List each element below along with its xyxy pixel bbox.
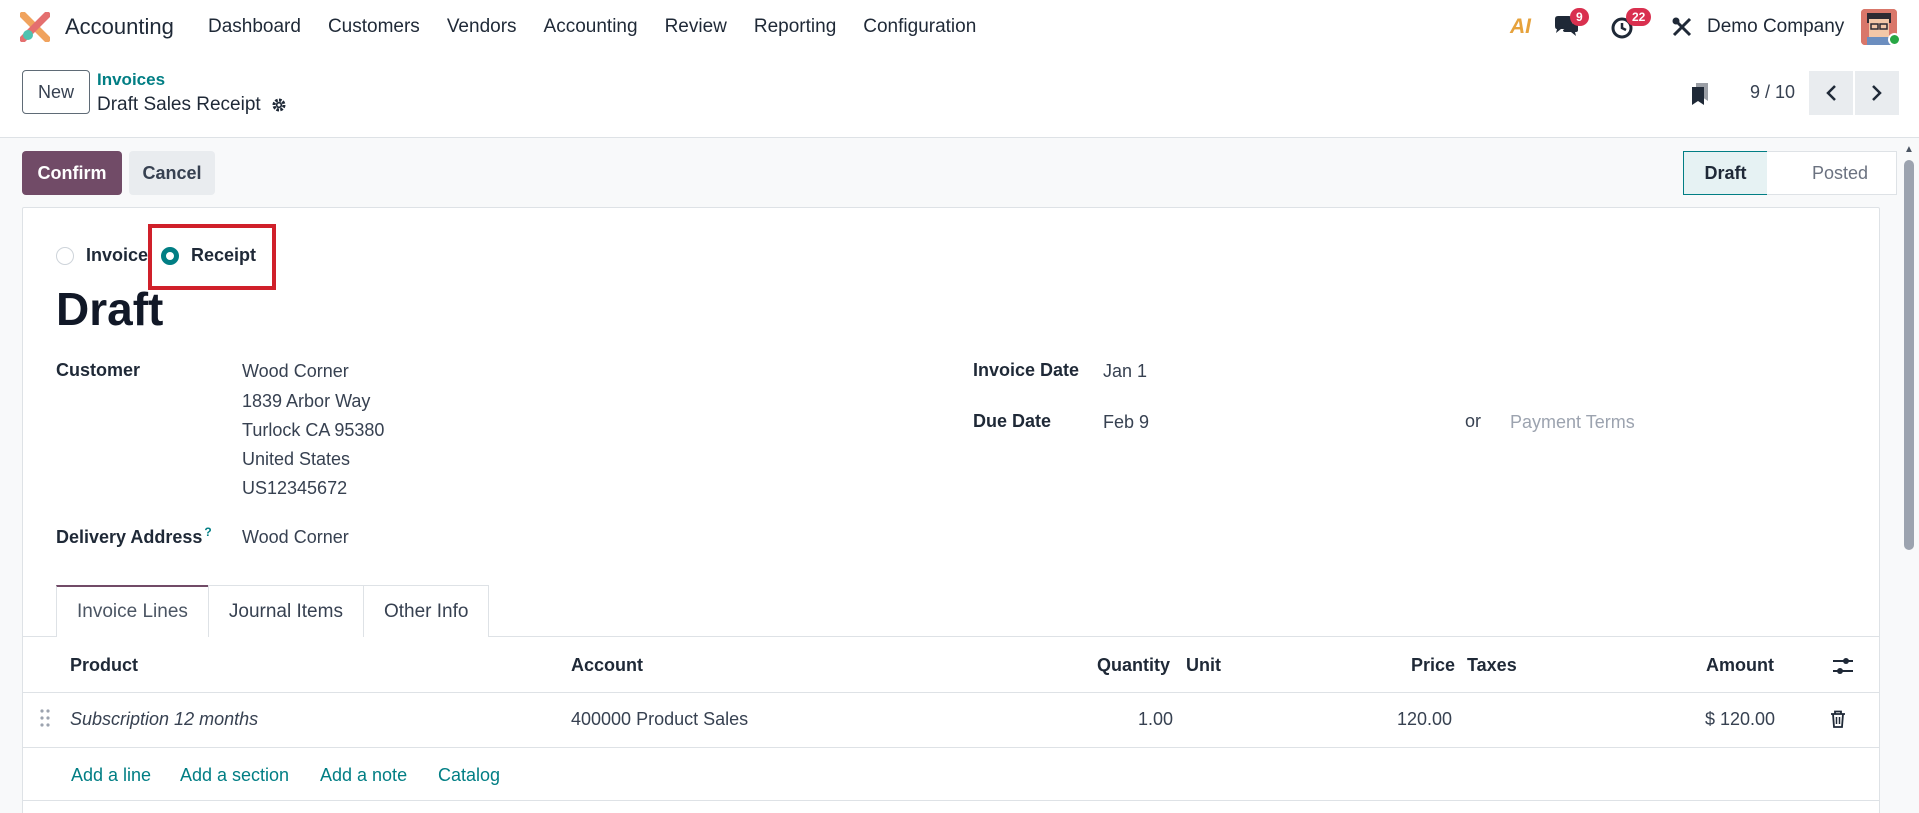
column-taxes[interactable]: Taxes [1467,655,1517,676]
cell-account[interactable]: 400000 Product Sales [571,709,748,730]
chevron-left-icon [1826,85,1836,101]
online-status-icon [1888,33,1901,46]
tools-icon [1672,17,1692,37]
messages-badge: 9 [1570,8,1589,26]
breadcrumb-invoices[interactable]: Invoices [97,70,165,90]
add-line-link[interactable]: Add a line [71,765,151,786]
menu-vendors[interactable]: Vendors [447,16,517,38]
add-section-link[interactable]: Add a section [180,765,289,786]
column-unit[interactable]: Unit [1186,655,1221,676]
cell-product[interactable]: Subscription 12 months [70,709,258,730]
cell-price[interactable]: 120.00 [1397,709,1452,730]
ai-icon[interactable]: AI [1510,10,1531,44]
footer-divider [22,800,1880,801]
confirm-button[interactable]: Confirm [22,151,122,195]
status-posted-label: Posted [1811,162,1868,183]
radio-invoice-circle [56,246,74,265]
payment-terms-field[interactable]: Payment Terms [1510,412,1635,433]
pager-value[interactable]: 9 / 10 [1750,82,1795,103]
delivery-address-field[interactable]: Wood Corner [242,527,349,548]
column-amount[interactable]: Amount [1706,655,1774,676]
delivery-address-label: Delivery Address? [56,525,212,548]
add-note-link[interactable]: Add a note [320,765,407,786]
menu-reporting[interactable]: Reporting [754,16,836,38]
customer-country: United States [242,449,351,469]
vertical-scrollbar[interactable] [1904,160,1914,550]
invoice-date-label: Invoice Date [973,360,1080,380]
menu-configuration[interactable]: Configuration [863,16,976,38]
customer-name[interactable]: Wood Corner [242,361,349,382]
trash-icon[interactable] [1830,710,1846,728]
due-date-label: Due Date [973,411,1052,431]
customer-label: Customer [56,360,141,380]
receipt-highlight-box [148,224,276,290]
app-name[interactable]: Accounting [65,14,174,40]
activities-badge: 22 [1626,8,1652,26]
help-tooltip-icon[interactable]: ? [204,525,211,539]
breadcrumb-current: Draft Sales Receipt [97,94,287,116]
record-title: Draft [56,283,164,335]
new-button[interactable]: New [22,70,90,114]
or-text: or [1465,411,1482,431]
pager-next-button[interactable] [1855,71,1899,115]
messages-icon[interactable]: 9 [1553,8,1593,44]
status-draft-label: Draft [1704,162,1747,183]
debug-tools-icon[interactable] [1671,10,1693,44]
header-divider [22,692,1880,693]
drag-handle-icon[interactable] [39,708,51,728]
due-date-field[interactable]: Feb 9 [1103,412,1149,433]
cell-quantity[interactable]: 1.00 [1138,709,1173,730]
radio-invoice-label: Invoice [86,245,149,265]
ai-icon-label: AI [1510,15,1531,38]
menu-accounting[interactable]: Accounting [544,16,638,38]
column-quantity[interactable]: Quantity [1097,655,1170,676]
tab-journal-items[interactable]: Journal Items [207,585,364,637]
customer-city: Turlock CA 95380 [242,420,385,440]
optional-columns-icon[interactable] [1832,656,1854,676]
accounting-app-logo-icon[interactable] [20,12,50,42]
gear-icon[interactable] [271,97,287,113]
status-bar: Draft Posted [1683,151,1897,195]
control-panel: New Invoices Draft Sales Receipt 9 / 10 [0,54,1919,138]
record-name: Draft Sales Receipt [97,94,261,115]
notebook-tabs: Invoice Lines Journal Items Other Info [56,585,490,637]
form-sheet [22,207,1880,813]
row-divider [22,747,1880,748]
catalog-link[interactable]: Catalog [438,765,500,786]
status-draft[interactable]: Draft [1683,151,1767,195]
delivery-address-label-text: Delivery Address [56,527,203,547]
cell-amount: $ 120.00 [1705,709,1776,729]
column-account[interactable]: Account [571,655,643,676]
top-navbar: Accounting Dashboard Customers Vendors A… [0,0,1919,54]
chevron-right-icon [1872,85,1882,101]
column-product[interactable]: Product [70,655,138,676]
radio-invoice[interactable]: Invoice [56,245,148,266]
tab-invoice-lines[interactable]: Invoice Lines [56,585,209,637]
scroll-up-icon[interactable]: ▲ [1904,144,1914,155]
customer-street: 1839 Arbor Way [242,391,371,411]
menu-customers[interactable]: Customers [328,16,420,38]
tab-other-info[interactable]: Other Info [362,585,490,637]
column-price[interactable]: Price [1411,655,1455,676]
menu-dashboard[interactable]: Dashboard [208,16,301,38]
pager-previous-button[interactable] [1809,71,1853,115]
status-posted[interactable]: Posted [1767,151,1897,195]
cancel-button[interactable]: Cancel [129,151,215,195]
main-menu: Dashboard Customers Vendors Accounting R… [208,16,1003,38]
bookmark-icon[interactable] [1690,82,1710,106]
customer-vat: US12345672 [242,478,348,498]
menu-review[interactable]: Review [665,16,727,38]
invoice-date-field[interactable]: Jan 1 [1103,361,1147,382]
activities-icon[interactable]: 22 [1610,8,1660,44]
company-switcher[interactable]: Demo Company [1707,16,1844,38]
